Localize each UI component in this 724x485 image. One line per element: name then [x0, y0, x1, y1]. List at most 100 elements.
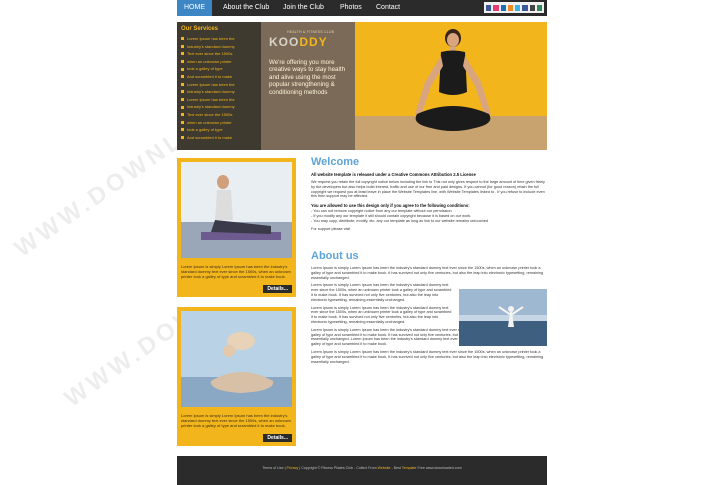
services-title: Our Services: [181, 26, 219, 32]
nav-contact[interactable]: Contact: [368, 0, 408, 16]
services-panel: Our Services Lorem Ipsum has been the ind…: [177, 22, 261, 150]
hero-text-panel: HEALTH & FITNESS CLUB KOODDY We're offer…: [261, 22, 355, 150]
beach-yoga-figure: [459, 289, 547, 346]
service-item-label: Text ever since the 1500s: [187, 111, 233, 117]
feature-card-2: Lorem Ipsum is simply Lorem Ipsum has be…: [177, 307, 296, 446]
logo-part-a: KOO: [269, 35, 300, 49]
bullet-icon: [181, 113, 184, 117]
conditions-item: - You may copy, distribute, modify, etc.…: [311, 218, 488, 223]
service-item[interactable]: Text ever since the 1500s: [181, 50, 257, 58]
digg-icon[interactable]: [500, 4, 506, 11]
service-item-label: And scrambled it to make: [187, 73, 233, 79]
service-item-label: Text ever since the 1500s: [187, 51, 233, 57]
footer-text: Terms of Use | Privacy | Copyright © Fit…: [177, 466, 547, 470]
bullet-icon: [181, 105, 184, 109]
welcome-subheading: All website template is released under a…: [311, 172, 476, 177]
page: HOME About the Club Join the Club Photos…: [177, 0, 547, 485]
about-paragraph: Lorem Ipsum is simply Lorem Ipsum has be…: [311, 349, 544, 364]
footer-copyright: | Copyright © Fitness Pilates Club - Col…: [299, 466, 377, 470]
bullet-icon: [181, 98, 184, 102]
bullet-icon: [181, 67, 184, 71]
service-item[interactable]: And scrambled it to make: [181, 73, 257, 81]
about-paragraph: Lorem Ipsum is simply Lorem Ipsum has be…: [311, 305, 452, 324]
service-item[interactable]: industry's standard dummy: [181, 43, 257, 51]
card-2-text: Lorem Ipsum is simply Lorem Ipsum has be…: [181, 413, 291, 428]
card-1-text: Lorem Ipsum is simply Lorem Ipsum has be…: [181, 264, 291, 279]
flickr-icon[interactable]: [493, 4, 499, 11]
service-item-label: when an unknown printer: [187, 119, 232, 125]
logo[interactable]: KOODDY: [269, 35, 349, 49]
bullet-icon: [181, 44, 184, 48]
service-item[interactable]: took a galley of type: [181, 65, 257, 73]
stretching-woman-figure: [181, 162, 292, 258]
services-list: Lorem Ipsum has been the industry's stand…: [181, 35, 257, 141]
welcome-heading: Welcome: [311, 156, 360, 168]
service-item[interactable]: Lorem Ipsum has been the: [181, 96, 257, 104]
nav-photos[interactable]: Photos: [332, 0, 370, 16]
hero-text: We're offering you more creative ways to…: [269, 59, 346, 96]
card-2-details-button[interactable]: Details...: [263, 434, 292, 442]
social-icons: [484, 2, 544, 13]
nav-about-club[interactable]: About the Club: [215, 0, 277, 16]
card-2-photo: [181, 311, 292, 407]
service-item[interactable]: when an unknown printer: [181, 58, 257, 66]
footer-text-mid: - Best: [391, 466, 401, 470]
service-item[interactable]: industry's standard dummy: [181, 103, 257, 111]
footer-website-link[interactable]: Website: [378, 466, 391, 470]
main-content: Welcome All website template is released…: [311, 156, 547, 364]
twitter-icon[interactable]: [515, 4, 521, 11]
service-item-label: when an unknown printer: [187, 58, 232, 64]
footer-text-end: Free www.downloaded.com: [417, 466, 462, 470]
footer-privacy-link[interactable]: Privacy: [287, 466, 299, 470]
service-item-label: industry's standard dummy: [187, 89, 235, 95]
myspace-icon[interactable]: [529, 4, 535, 11]
card-1-photo: [181, 162, 292, 258]
service-item-label: Lorem Ipsum has been the: [187, 36, 235, 41]
service-item-label: took a galley of type: [187, 66, 223, 72]
service-item-label: Lorem Ipsum has been the: [187, 81, 235, 87]
support-link[interactable]: For support please visit: [311, 227, 547, 232]
bullet-icon: [181, 90, 184, 94]
service-item[interactable]: Text ever since the 1500s: [181, 111, 257, 119]
service-item-label: industry's standard dummy: [187, 104, 235, 110]
logo-part-b: DDY: [299, 35, 328, 49]
service-item[interactable]: And scrambled it to make: [181, 134, 257, 142]
bullet-icon: [181, 82, 184, 86]
conditions-heading: You are allowed to use this design only …: [311, 203, 470, 209]
delicious-icon[interactable]: [486, 4, 492, 11]
top-nav: HOME About the Club Join the Club Photos…: [177, 0, 547, 16]
service-item-label: And scrambled it to make: [187, 134, 233, 140]
service-item[interactable]: took a galley of type: [181, 126, 257, 134]
service-item-label: took a galley of type: [187, 127, 223, 133]
logo-tagline: HEALTH & FITNESS CLUB: [287, 30, 335, 34]
service-item[interactable]: when an unknown printer: [181, 119, 257, 127]
footer-terms-link[interactable]: Terms of Use |: [262, 466, 285, 470]
service-item[interactable]: Lorem Ipsum has been the: [181, 81, 257, 89]
bullet-icon: [181, 52, 184, 56]
bullet-icon: [181, 60, 184, 64]
bullet-icon: [181, 37, 184, 41]
card-1-details-button[interactable]: Details...: [263, 285, 292, 293]
service-item-label: Lorem Ipsum has been the: [187, 96, 235, 102]
about-paragraph: Lorem Ipsum is simply Lorem Ipsum has be…: [311, 283, 452, 302]
nav-join-club[interactable]: Join the Club: [275, 0, 332, 16]
bullet-icon: [181, 75, 184, 79]
bullet-icon: [181, 120, 184, 124]
facebook-icon[interactable]: [522, 4, 528, 11]
yoga-woman-figure: [415, 29, 491, 131]
bullet-icon: [181, 136, 184, 140]
hero-photo: [355, 22, 547, 150]
about-photo: [459, 289, 547, 346]
footer-template-link[interactable]: Template: [402, 466, 417, 470]
rss-icon[interactable]: [507, 4, 513, 11]
welcome-paragraph: We request you retain the full copyright…: [311, 180, 545, 199]
nav-home[interactable]: HOME: [177, 0, 212, 16]
email-icon[interactable]: [536, 4, 542, 11]
about-heading: About us: [311, 250, 359, 262]
footer: Terms of Use | Privacy | Copyright © Fit…: [177, 456, 547, 485]
about-paragraph: Lorem Ipsum is simply Lorem Ipsum has be…: [311, 266, 544, 280]
hero-banner: Our Services Lorem Ipsum has been the ind…: [177, 22, 547, 150]
service-item[interactable]: Lorem Ipsum has been the: [181, 35, 257, 43]
service-item[interactable]: industry's standard dummy: [181, 88, 257, 96]
meditation-figure: [181, 311, 292, 407]
